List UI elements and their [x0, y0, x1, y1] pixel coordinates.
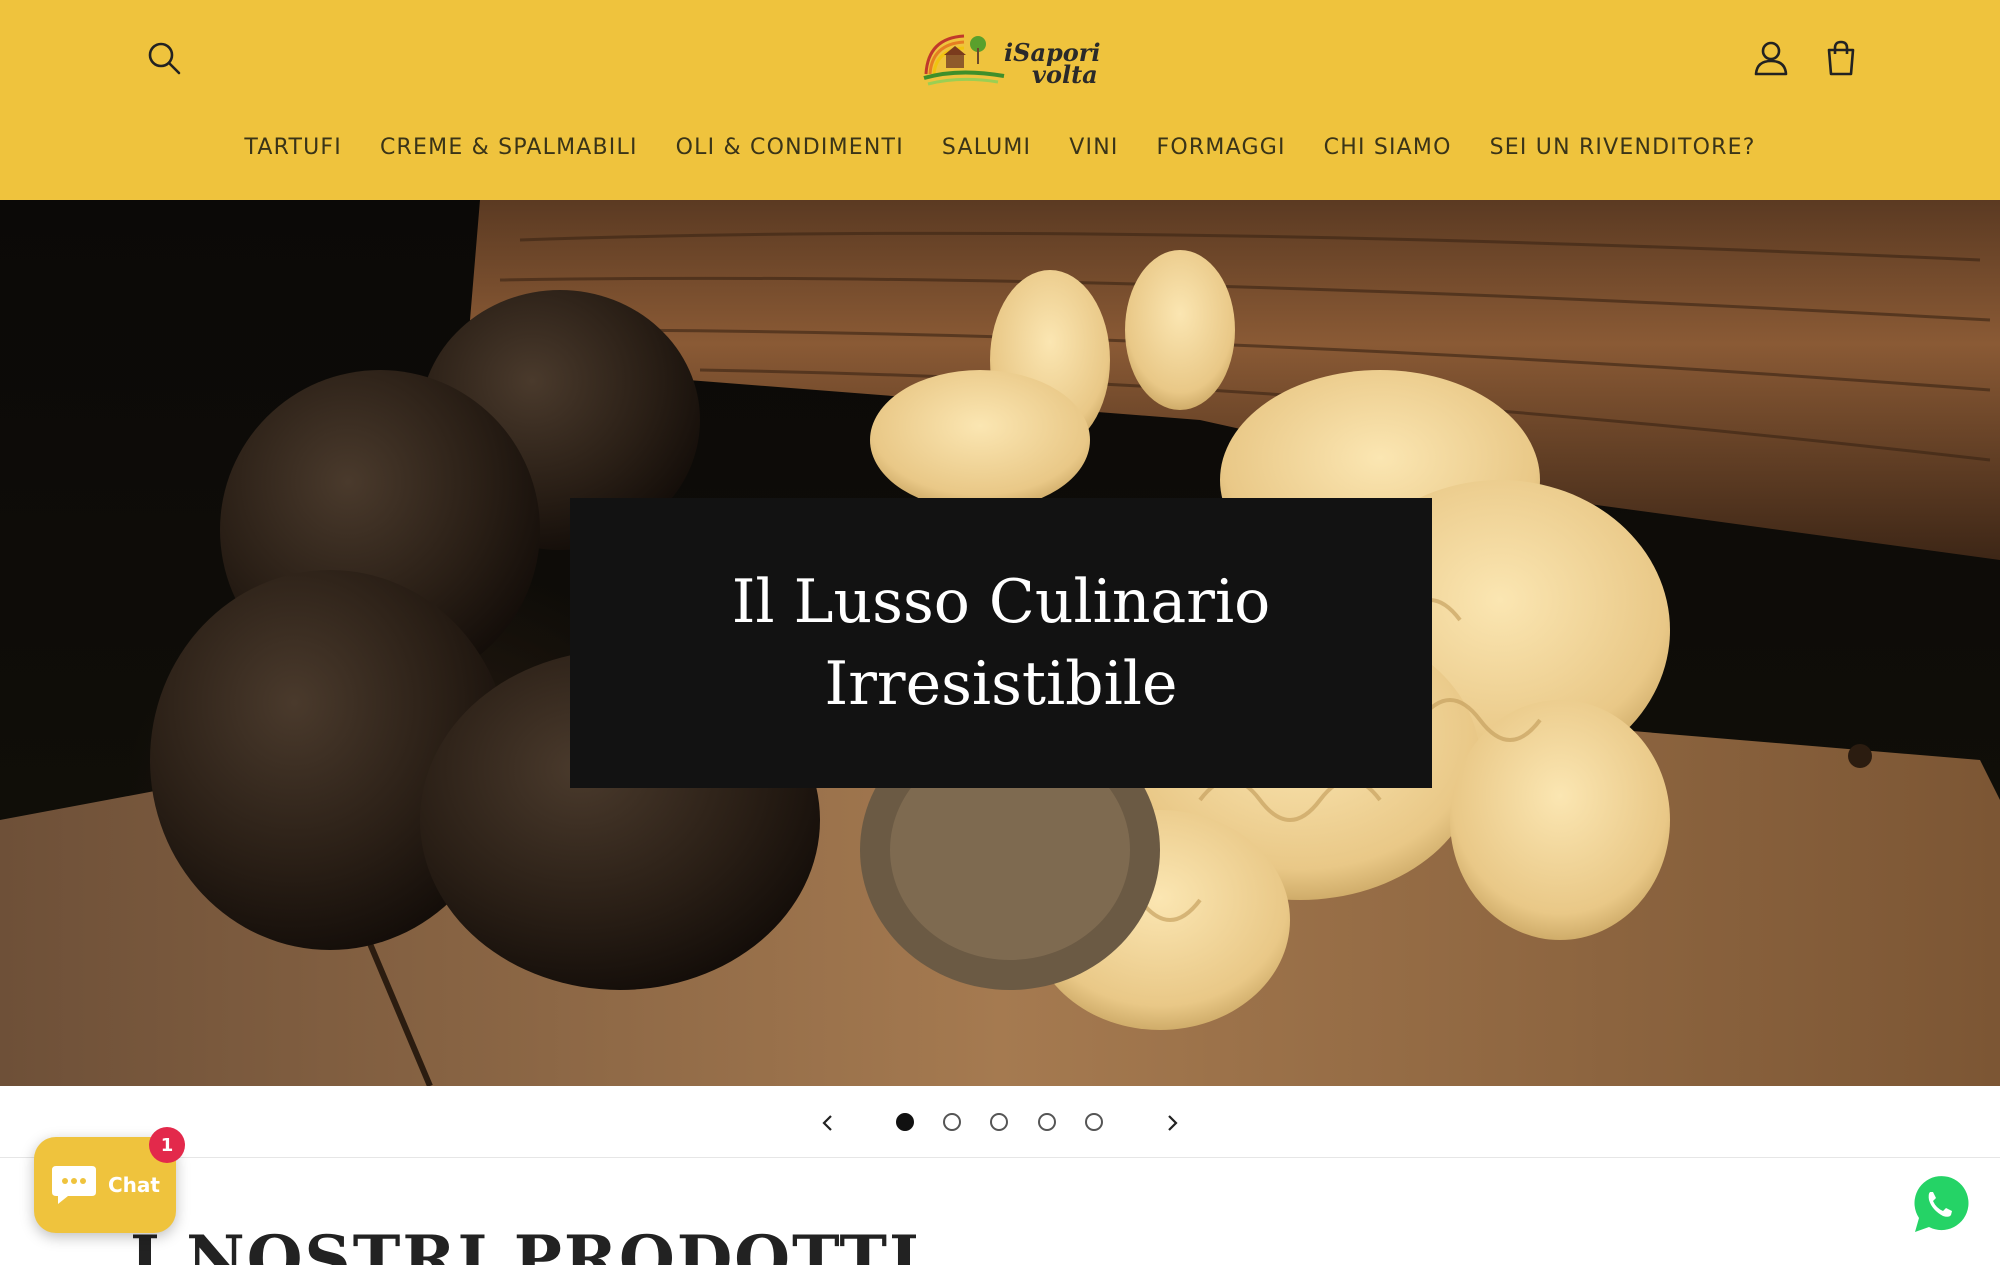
chat-notification-badge: 1	[149, 1127, 185, 1163]
chat-label: Chat	[108, 1173, 160, 1197]
logo-emblem	[923, 34, 1005, 86]
site-header: iSapori volta TARTUFI CREME & SPALMABILI…	[0, 0, 2000, 200]
site-logo[interactable]: iSapori volta	[918, 24, 1101, 94]
search-button[interactable]	[136, 30, 192, 86]
nav-item-vini[interactable]: VINI	[1069, 130, 1118, 166]
search-icon	[148, 42, 181, 75]
hero-slideshow: Il Lusso Culinario Irresistibile	[0, 200, 2000, 1086]
hero-title-line1: Il Lusso Culinario	[731, 567, 1271, 637]
slide-dot-3[interactable]	[990, 1113, 1008, 1131]
slide-dot-4[interactable]	[1038, 1113, 1056, 1131]
page: iSapori volta TARTUFI CREME & SPALMABILI…	[0, 0, 2000, 1265]
hero-title-line2: Irresistibile	[824, 649, 1178, 719]
chevron-right-icon	[1168, 1115, 1178, 1131]
nav-item-salumi[interactable]: SALUMI	[942, 130, 1031, 166]
chat-bubble-icon	[52, 1166, 96, 1204]
logo-wordmark: iSapori volta	[1004, 38, 1101, 89]
slide-dot-1[interactable]	[896, 1113, 914, 1131]
nav-item-rivenditore[interactable]: SEI UN RIVENDITORE?	[1490, 130, 1756, 166]
slide-dot-2[interactable]	[943, 1113, 961, 1131]
chevron-left-icon	[822, 1115, 832, 1131]
next-slide-button[interactable]	[1155, 1106, 1189, 1140]
slider-controls	[0, 1086, 2000, 1158]
account-button[interactable]	[1743, 30, 1799, 86]
nav-item-creme-spalmabili[interactable]: CREME & SPALMABILI	[380, 130, 638, 166]
nav-item-oli-condimenti[interactable]: OLI & CONDIMENTI	[676, 130, 904, 166]
nav-item-chi-siamo[interactable]: CHI SIAMO	[1324, 130, 1452, 166]
main-nav: TARTUFI CREME & SPALMABILI OLI & CONDIME…	[0, 130, 2000, 166]
nav-item-tartufi[interactable]: TARTUFI	[244, 130, 342, 166]
cart-icon	[1827, 40, 1855, 76]
cart-button[interactable]	[1813, 30, 1869, 86]
slide-dot-5[interactable]	[1085, 1113, 1103, 1131]
account-icon	[1754, 41, 1788, 76]
whatsapp-button[interactable]	[1905, 1170, 1975, 1240]
whatsapp-icon	[1909, 1172, 1971, 1234]
section-title: I NOSTRI PRODOTTI	[130, 1222, 921, 1265]
previous-slide-button[interactable]	[811, 1106, 845, 1140]
nav-item-formaggi[interactable]: FORMAGGI	[1157, 130, 1286, 166]
hero-caption-box: Il Lusso Culinario Irresistibile	[570, 498, 1432, 788]
